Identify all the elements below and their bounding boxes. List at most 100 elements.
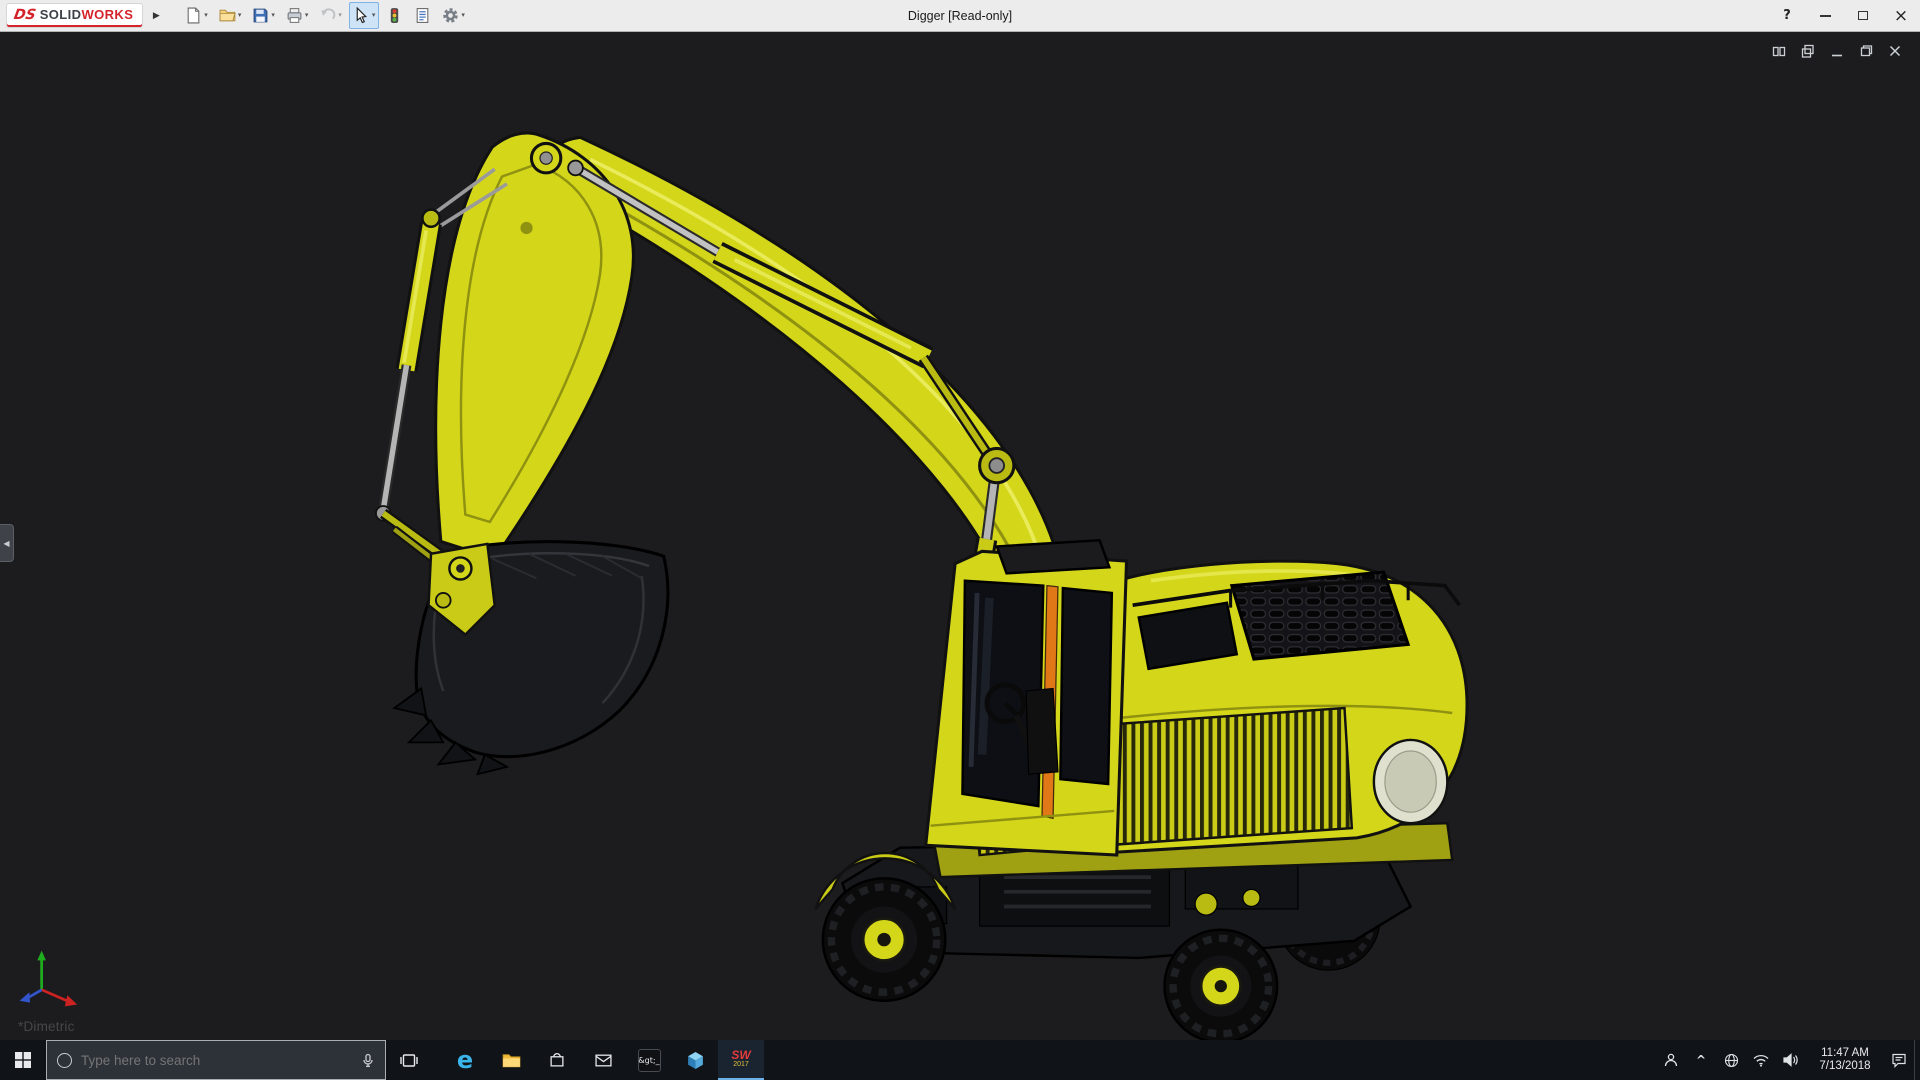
clock-date: 7/13/2018 bbox=[1819, 1060, 1870, 1073]
options-gear-icon bbox=[442, 7, 459, 24]
document-window-controls bbox=[1768, 42, 1906, 60]
select-cursor-icon bbox=[353, 7, 370, 24]
menu-flyout-arrow-icon[interactable]: ▶ bbox=[147, 11, 165, 21]
close-button[interactable]: × bbox=[1882, 0, 1920, 31]
clock-time: 11:47 AM bbox=[1821, 1047, 1869, 1060]
dropdown-caret-icon[interactable]: ▾ bbox=[461, 12, 465, 19]
panel-collapse-tab[interactable]: ◀ bbox=[0, 524, 14, 562]
restore-icon bbox=[1859, 44, 1873, 58]
cab-roof-unit bbox=[997, 540, 1110, 573]
file-properties-icon bbox=[414, 7, 431, 24]
wifi-button[interactable] bbox=[1746, 1040, 1776, 1080]
stick bbox=[436, 133, 634, 559]
start-button[interactable] bbox=[0, 1040, 46, 1080]
people-icon bbox=[1663, 1052, 1679, 1068]
system-tray: ^ 11:47 AM 7/13/2018 bbox=[1656, 1040, 1920, 1080]
print-icon bbox=[286, 7, 303, 24]
taskbar-app-edrawings[interactable] bbox=[672, 1040, 718, 1080]
file-explorer-icon bbox=[502, 1053, 521, 1068]
dropdown-caret-icon[interactable]: ▾ bbox=[305, 12, 309, 19]
orientation-triad bbox=[20, 951, 78, 1007]
document-restore-button[interactable] bbox=[1855, 42, 1877, 60]
options-button[interactable]: ▾ bbox=[438, 2, 469, 29]
solidworks-2017-icon: SW 2017 bbox=[731, 1049, 750, 1069]
microphone-icon[interactable] bbox=[361, 1053, 375, 1068]
taskbar-search[interactable] bbox=[46, 1040, 386, 1080]
minimize-button[interactable] bbox=[1806, 0, 1844, 31]
store-icon bbox=[549, 1052, 565, 1068]
dropdown-caret-icon[interactable]: ▾ bbox=[238, 12, 242, 19]
view-orientation-label: *Dimetric bbox=[18, 1019, 75, 1034]
help-button[interactable]: ? bbox=[1768, 0, 1806, 31]
dropdown-caret-icon[interactable]: ▾ bbox=[338, 12, 342, 19]
taskbar-app-mail[interactable] bbox=[580, 1040, 626, 1080]
rebuild-button[interactable] bbox=[382, 2, 407, 29]
taskbar-app-file-explorer[interactable] bbox=[488, 1040, 534, 1080]
wheel-rear-near bbox=[1164, 930, 1277, 1040]
new-document-icon bbox=[185, 7, 202, 24]
save-icon bbox=[252, 7, 269, 24]
open-button[interactable]: ▾ bbox=[215, 2, 246, 29]
window-title: Digger [Read-only] bbox=[908, 9, 1012, 23]
quick-access-toolbar: ▾ ▾ ▾ ▾ ▾ ▾ bbox=[181, 2, 469, 29]
document-close-button[interactable] bbox=[1884, 42, 1906, 60]
volume-icon bbox=[1783, 1053, 1799, 1067]
wifi-icon bbox=[1753, 1054, 1769, 1067]
save-button[interactable]: ▾ bbox=[248, 2, 279, 29]
tile-window-button[interactable] bbox=[1768, 42, 1790, 60]
taskbar-clock[interactable]: 11:47 AM 7/13/2018 bbox=[1806, 1040, 1884, 1080]
taskbar-app-edge[interactable]: e bbox=[442, 1040, 488, 1080]
tile-icon bbox=[1772, 44, 1786, 58]
titlebar: DS SOLIDWORKS ▶ ▾ ▾ ▾ ▾ ▾ bbox=[0, 0, 1920, 32]
hidden-icons-chevron: ^ bbox=[1696, 1053, 1706, 1067]
task-view-button[interactable] bbox=[386, 1040, 432, 1080]
taskbar-app-solidworks[interactable]: SW 2017 bbox=[718, 1040, 764, 1080]
action-center-button[interactable] bbox=[1884, 1040, 1914, 1080]
dropdown-caret-icon[interactable]: ▾ bbox=[372, 12, 376, 19]
restore-icon bbox=[1858, 11, 1868, 20]
solidworks-window: DS SOLIDWORKS ▶ ▾ ▾ ▾ ▾ ▾ bbox=[0, 0, 1920, 1080]
undo-icon bbox=[319, 7, 336, 24]
windows-taskbar: e &gt;_ SW 2017 ^ bbox=[0, 1040, 1920, 1080]
undo-button[interactable]: ▾ bbox=[315, 2, 346, 29]
excavator-3d-model[interactable] bbox=[0, 32, 1920, 1040]
people-button[interactable] bbox=[1656, 1040, 1686, 1080]
network-icon bbox=[1724, 1053, 1739, 1068]
dropdown-caret-icon[interactable]: ▾ bbox=[271, 12, 275, 19]
boom-arm-assembly bbox=[436, 133, 1063, 588]
ds-logo-mark: DS bbox=[13, 7, 38, 23]
wheel-front-near bbox=[823, 878, 945, 1000]
volume-button[interactable] bbox=[1776, 1040, 1806, 1080]
bucket bbox=[394, 542, 668, 775]
edrawings-cube-icon bbox=[686, 1051, 705, 1070]
cascade-window-button[interactable] bbox=[1797, 42, 1819, 60]
console-icon: &gt;_ bbox=[638, 1049, 661, 1072]
open-icon bbox=[219, 7, 236, 24]
document-minimize-button[interactable] bbox=[1826, 42, 1848, 60]
mail-icon bbox=[595, 1054, 612, 1067]
select-button[interactable]: ▾ bbox=[349, 2, 380, 29]
window-controls: ? × bbox=[1768, 0, 1920, 31]
taskbar-app-store[interactable] bbox=[534, 1040, 580, 1080]
show-desktop-button[interactable] bbox=[1914, 1040, 1920, 1080]
hidden-icons-button[interactable]: ^ bbox=[1686, 1040, 1716, 1080]
restore-button[interactable] bbox=[1844, 0, 1882, 31]
new-document-button[interactable]: ▾ bbox=[181, 2, 212, 29]
solidworks-logo: DS SOLIDWORKS bbox=[6, 3, 143, 28]
close-icon bbox=[1888, 44, 1902, 58]
network-button[interactable] bbox=[1716, 1040, 1746, 1080]
cascade-icon bbox=[1801, 44, 1815, 58]
file-properties-button[interactable] bbox=[410, 2, 435, 29]
search-input[interactable] bbox=[81, 1053, 352, 1068]
minimize-icon bbox=[1830, 44, 1844, 58]
dropdown-caret-icon[interactable]: ▾ bbox=[204, 12, 208, 19]
graphics-viewport[interactable]: ◀ *Dimetric bbox=[0, 32, 1920, 1040]
start-icon bbox=[15, 1052, 31, 1068]
print-button[interactable]: ▾ bbox=[282, 2, 313, 29]
brand-name-bold: SOLID bbox=[40, 7, 82, 22]
cab-door-window bbox=[1060, 588, 1111, 784]
brand-name-light: WORKS bbox=[81, 7, 133, 22]
taskbar-app-console[interactable]: &gt;_ bbox=[626, 1040, 672, 1080]
task-view-icon bbox=[400, 1053, 418, 1068]
rebuild-traffic-light-icon bbox=[386, 7, 403, 24]
